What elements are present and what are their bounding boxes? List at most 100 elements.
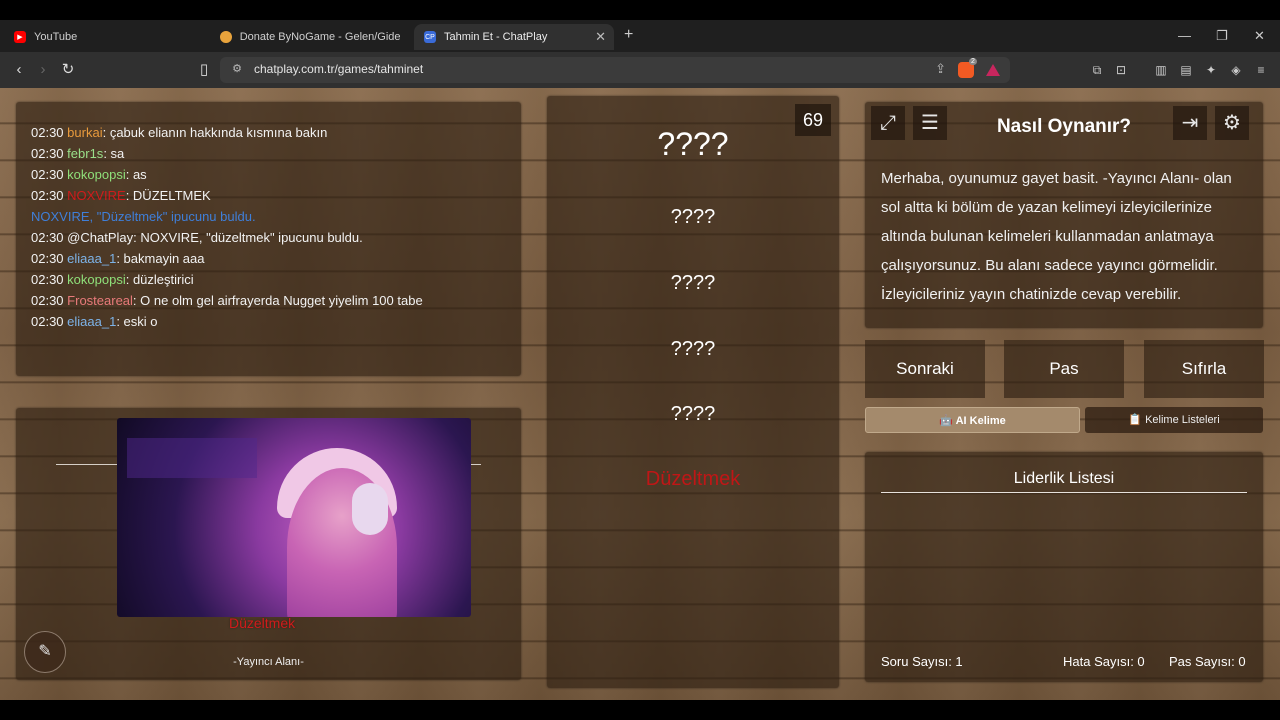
message-text: : bakmayin aaa <box>116 251 205 266</box>
share-icon[interactable]: ⇪ <box>935 61 946 77</box>
tab-chatplay[interactable]: CP Tahmin Et - ChatPlay ✕ <box>414 24 614 50</box>
streamer-area-label: -Yayıncı Alanı- <box>233 656 304 668</box>
divider <box>881 492 1247 493</box>
streamer-word: Düzeltmek <box>229 615 296 631</box>
word-lists-tab[interactable]: 📋 Kelime Listeleri <box>1085 407 1263 433</box>
message-username: Frosteareal <box>67 293 133 308</box>
restore-icon[interactable]: ❐ <box>1216 28 1228 44</box>
game-page: 02:30 burkai: çabuk elianın hakkında kıs… <box>0 88 1280 700</box>
ai-word-tab[interactable]: 🤖 AI Kelime <box>865 407 1080 433</box>
message-time: 02:30 <box>31 314 64 329</box>
background-shelf <box>127 438 257 478</box>
hidden-word: ???? <box>670 272 716 294</box>
sidebar-icon[interactable]: ▥ <box>1153 62 1169 78</box>
close-window-icon[interactable]: ✕ <box>1254 28 1265 44</box>
browser-tab-bar: ▶ YouTube Donate ByNoGame - Gelen/Giden … <box>0 20 1280 52</box>
message-time: 02:30 <box>31 230 64 245</box>
chat-message: 02:30 burkai: çabuk elianın hakkında kıs… <box>31 122 506 143</box>
message-time: 02:30 <box>31 251 64 266</box>
message-text: , "Düzeltmek" ipucunu buldu. <box>89 209 256 224</box>
forward-icon[interactable]: › <box>32 59 54 81</box>
vpn-icon[interactable]: ◈ <box>1228 62 1244 78</box>
chatplay-icon: CP <box>424 31 436 43</box>
chat-panel: 02:30 burkai: çabuk elianın hakkında kıs… <box>16 102 521 376</box>
letterbox-top <box>0 0 1280 20</box>
pass-count: Pas Sayısı: 0 <box>1169 654 1246 669</box>
message-username: kokopopsi <box>67 272 126 287</box>
message-time: 02:30 <box>31 188 64 203</box>
message-username: @ChatPlay <box>67 230 134 245</box>
translate-icon[interactable]: ⊡ <box>1113 62 1129 78</box>
chat-message: 02:30 kokopopsi: as <box>31 164 506 185</box>
hidden-word: ???? <box>670 338 716 360</box>
how-to-play-panel: ⤢ ☰ ⇥ ⚙ Nasıl Oynanır? Merhaba, oyunumuz… <box>865 102 1263 328</box>
youtube-icon: ▶ <box>14 31 26 43</box>
chat-message: NOXVIRE, "Düzeltmek" ipucunu buldu. <box>31 206 506 227</box>
bookmark-icon[interactable]: ▯ <box>193 59 215 81</box>
tab-label: Tahmin Et - ChatPlay <box>444 31 548 43</box>
tab-youtube[interactable]: ▶ YouTube <box>4 24 208 50</box>
message-username: febr1s <box>67 146 104 161</box>
main-word: ???? <box>657 126 729 162</box>
leaderboard-title: Liderlik Listesi <box>1013 470 1115 487</box>
message-text: : as <box>125 167 147 182</box>
chat-message: 02:30 Frosteareal: O ne olm gel airfraye… <box>31 290 506 311</box>
edit-pencil-icon[interactable]: ✎ <box>24 631 66 673</box>
message-time: 02:30 <box>31 146 64 161</box>
tab-bynogame[interactable]: Donate ByNoGame - Gelen/Giden Ba <box>210 24 410 50</box>
chat-message: 02:30 febr1s: sa <box>31 143 506 164</box>
site-info-icon[interactable]: ⚙ <box>230 62 244 76</box>
address-bar[interactable]: ⚙ chatplay.com.tr/games/tahminet ⇪ <box>220 57 1010 83</box>
next-button[interactable]: Sonraki <box>865 340 985 398</box>
chat-message: 02:30 eliaaa_1: eski o <box>31 311 506 332</box>
pass-button[interactable]: Pas <box>1004 340 1124 398</box>
message-text: : NOXVIRE, "düzeltmek" ipucunu buldu. <box>133 230 363 245</box>
back-icon[interactable]: ‹ <box>8 59 30 81</box>
question-count: Soru Sayısı: 1 <box>881 654 963 669</box>
found-word: Düzeltmek <box>645 468 741 490</box>
hidden-word: ???? <box>670 403 716 425</box>
message-username: burkai <box>67 125 103 140</box>
message-text: : eski o <box>116 314 158 329</box>
leo-ai-icon[interactable]: ✦ <box>1203 62 1219 78</box>
message-time: 02:30 <box>31 272 64 287</box>
message-time: 02:30 <box>31 167 64 182</box>
tab-label: Donate ByNoGame - Gelen/Giden Ba <box>239 31 400 43</box>
message-time: 02:30 <box>31 293 64 308</box>
wallet-icon[interactable]: ▤ <box>1178 62 1194 78</box>
brave-rewards-icon[interactable] <box>986 64 1000 76</box>
extensions-icon[interactable]: ⧉ <box>1089 62 1105 78</box>
chat-message: 02:30 kokopopsi: düzleştirici <box>31 269 506 290</box>
message-text: : O ne olm gel airfrayerda Nugget yiyeli… <box>132 293 423 308</box>
leaderboard-panel: Liderlik Listesi Soru Sayısı: 1 Hata Say… <box>865 452 1263 682</box>
how-to-play-text: Merhaba, oyunumuz gayet basit. -Yayıncı … <box>881 170 1232 303</box>
shields-count-badge: 2 <box>969 58 977 65</box>
new-tab-icon[interactable]: + <box>624 26 633 44</box>
message-username: NOXVIRE <box>31 209 90 224</box>
hidden-word: ???? <box>670 206 716 228</box>
message-time: 02:30 <box>31 125 64 140</box>
minimize-icon[interactable]: — <box>1178 28 1191 43</box>
menu-icon[interactable]: ≡ <box>1253 62 1269 78</box>
chat-message: 02:30 @ChatPlay: NOXVIRE, "düzeltmek" ip… <box>31 227 506 248</box>
headphones <box>352 483 388 535</box>
tab-label: YouTube <box>34 31 78 43</box>
close-tab-icon[interactable]: ✕ <box>595 29 606 45</box>
chat-message: 02:30 eliaaa_1: bakmayin aaa <box>31 248 506 269</box>
message-username: NOXVIRE <box>67 188 126 203</box>
message-text: : düzleştirici <box>125 272 194 287</box>
message-text: : çabuk elianın hakkında kısmına bakın <box>102 125 328 140</box>
message-text: : sa <box>103 146 125 161</box>
message-text: : DÜZELTMEK <box>125 188 211 203</box>
url-text: chatplay.com.tr/games/tahminet <box>254 62 424 76</box>
reset-button[interactable]: Sıfırla <box>1144 340 1264 398</box>
streamer-area: Düzeltmek -Yayıncı Alanı- <box>16 408 521 680</box>
chat-message: 02:30 NOXVIRE: DÜZELTMEK <box>31 185 506 206</box>
words-panel: 69 ???? ???? ???? ???? ???? Düzeltmek <box>547 96 839 688</box>
bynogame-icon <box>220 31 232 43</box>
webcam-feed <box>117 418 471 617</box>
message-username: kokopopsi <box>67 167 126 182</box>
reload-icon[interactable]: ↻ <box>57 59 79 81</box>
error-count: Hata Sayısı: 0 <box>1063 654 1145 669</box>
browser-toolbar: ‹ › ↻ ▯ ⚙ chatplay.com.tr/games/tahminet… <box>0 52 1280 88</box>
